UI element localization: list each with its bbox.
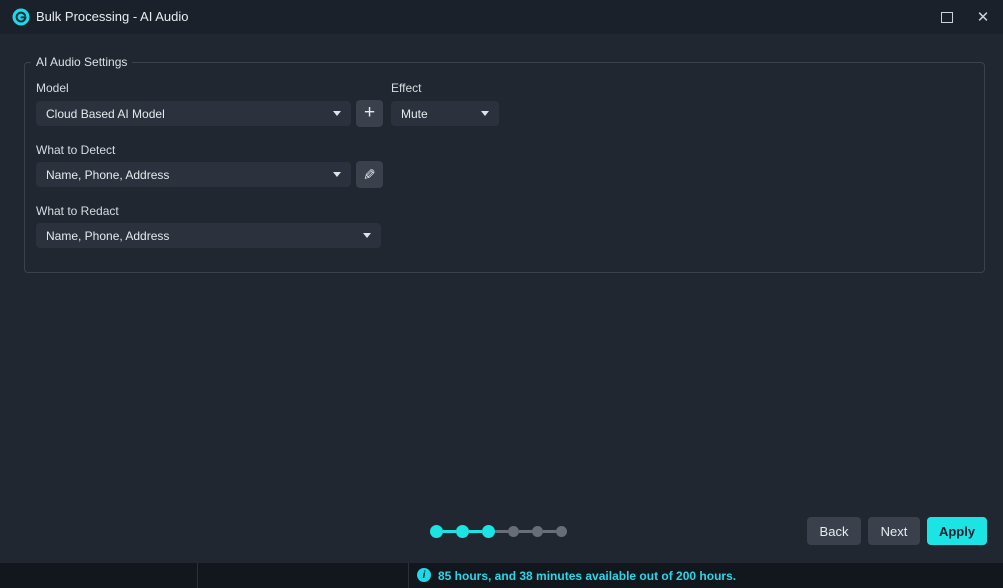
detect-select[interactable]: Name, Phone, Address bbox=[36, 162, 351, 187]
maximize-icon bbox=[941, 12, 953, 23]
effect-label: Effect bbox=[391, 81, 421, 95]
effect-select-value: Mute bbox=[401, 107, 473, 121]
model-label: Model bbox=[36, 81, 69, 95]
apply-button[interactable]: Apply bbox=[927, 517, 987, 545]
stepper-connector bbox=[495, 530, 508, 533]
status-bar-divider bbox=[408, 563, 409, 588]
panel-legend: AI Audio Settings bbox=[31, 55, 132, 69]
chevron-down-icon bbox=[333, 111, 341, 116]
title-bar: Bulk Processing - AI Audio ✕ bbox=[0, 0, 1003, 34]
stepper-dot-3 bbox=[482, 525, 495, 538]
status-bar-divider bbox=[197, 563, 198, 588]
detect-select-value: Name, Phone, Address bbox=[46, 168, 325, 182]
ai-audio-settings-panel: AI Audio Settings Model Cloud Based AI M… bbox=[24, 62, 985, 273]
add-model-button[interactable]: + bbox=[356, 100, 383, 127]
stepper-connector bbox=[443, 530, 456, 533]
stepper-dot-4 bbox=[508, 526, 519, 537]
stepper-dot-2 bbox=[456, 525, 469, 538]
info-icon: i bbox=[417, 568, 431, 582]
close-icon: ✕ bbox=[977, 8, 990, 26]
back-button[interactable]: Back bbox=[807, 517, 861, 545]
redact-select[interactable]: Name, Phone, Address bbox=[36, 223, 381, 248]
maximize-button[interactable] bbox=[927, 0, 967, 34]
close-button[interactable]: ✕ bbox=[963, 0, 1003, 34]
app-logo-icon bbox=[12, 8, 30, 26]
edit-detect-button[interactable]: ✎ bbox=[356, 161, 383, 188]
next-button[interactable]: Next bbox=[868, 517, 920, 545]
chevron-down-icon bbox=[333, 172, 341, 177]
chevron-down-icon bbox=[481, 111, 489, 116]
pencil-icon: ✎ bbox=[363, 166, 376, 184]
stepper-dot-5 bbox=[532, 526, 543, 537]
stepper-connector bbox=[469, 530, 482, 533]
window-title: Bulk Processing - AI Audio bbox=[36, 9, 188, 24]
stepper-connector bbox=[543, 530, 556, 533]
hours-available-message: 85 hours, and 38 minutes available out o… bbox=[438, 569, 736, 583]
stepper bbox=[430, 523, 567, 539]
stepper-dot-1 bbox=[430, 525, 443, 538]
model-select-value: Cloud Based AI Model bbox=[46, 107, 325, 121]
detect-label: What to Detect bbox=[36, 143, 115, 157]
chevron-down-icon bbox=[363, 233, 371, 238]
stepper-connector bbox=[519, 530, 532, 533]
redact-label: What to Redact bbox=[36, 204, 119, 218]
plus-icon: + bbox=[364, 103, 375, 122]
effect-select[interactable]: Mute bbox=[391, 101, 499, 126]
model-select[interactable]: Cloud Based AI Model bbox=[36, 101, 351, 126]
stepper-dot-6 bbox=[556, 526, 567, 537]
status-bar: i 85 hours, and 38 minutes available out… bbox=[0, 563, 1003, 588]
redact-select-value: Name, Phone, Address bbox=[46, 229, 355, 243]
